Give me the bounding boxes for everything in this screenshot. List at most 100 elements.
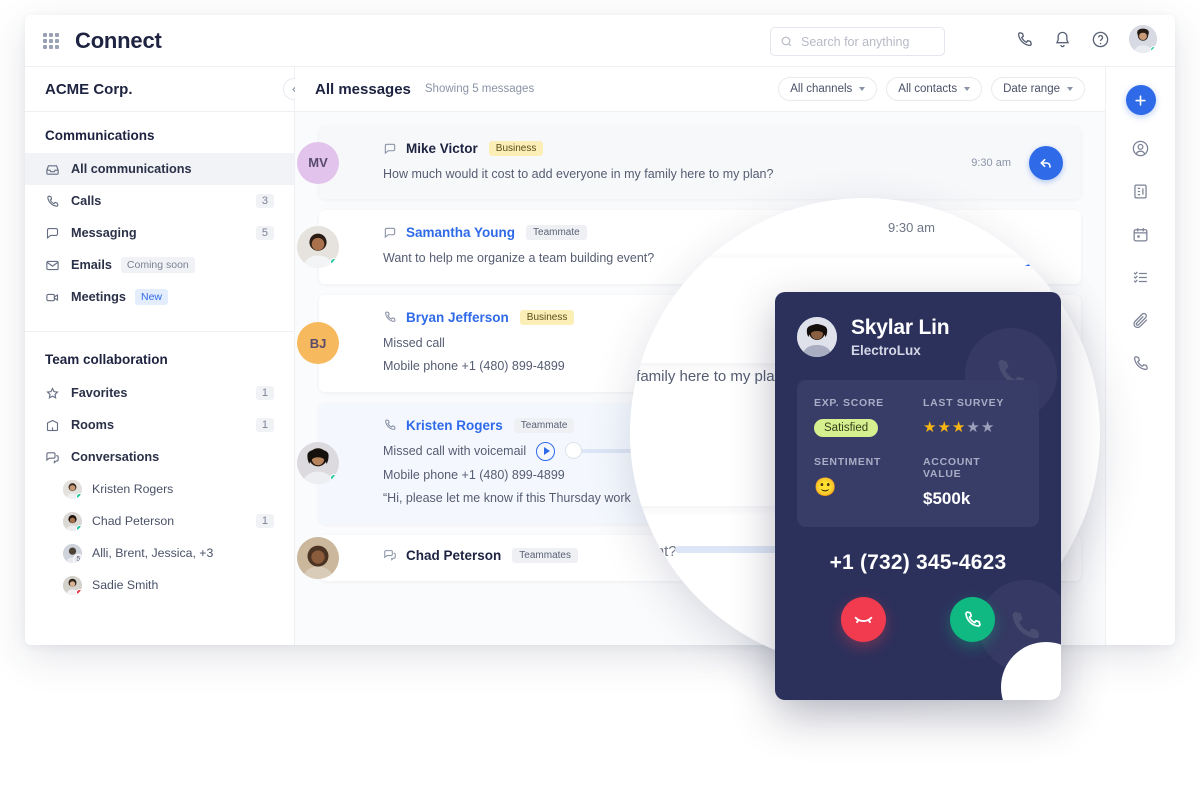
sidebar-item-rooms[interactable]: Rooms 1 bbox=[25, 409, 294, 441]
apps-grid-icon[interactable] bbox=[43, 32, 59, 49]
stat-sentiment: SENTIMENT 🙂 bbox=[814, 456, 913, 509]
sidebar-item-all-communications[interactable]: All communications bbox=[25, 153, 294, 185]
video-icon bbox=[46, 293, 59, 301]
sidebar-item-conversations[interactable]: Conversations bbox=[25, 441, 294, 473]
call-status: Missed call with voicemail bbox=[383, 443, 527, 458]
inbox-icon bbox=[46, 164, 59, 175]
accept-call-button[interactable] bbox=[950, 597, 995, 642]
sidebar-item-count: 5 bbox=[255, 226, 274, 240]
scrubber-handle[interactable] bbox=[565, 442, 583, 460]
incoming-call-card: Skylar Lin ElectroLux EXP. SCORE Satisfi… bbox=[775, 292, 1061, 700]
stat-label: EXP. SCORE bbox=[814, 397, 884, 409]
sidebar-item-emails[interactable]: Emails Coming soon bbox=[25, 249, 294, 281]
calendar-icon[interactable] bbox=[1131, 225, 1150, 244]
add-button[interactable] bbox=[1125, 85, 1156, 115]
help-icon[interactable] bbox=[1091, 30, 1110, 49]
chat-icon bbox=[384, 143, 396, 154]
list-item[interactable]: 5 Alli, Brent, Jessica, +3 bbox=[25, 537, 294, 569]
communications-section: Communications All communications Calls … bbox=[25, 112, 294, 321]
star-icon: ★ bbox=[966, 419, 981, 436]
filter-all-channels[interactable]: All channels bbox=[778, 77, 878, 101]
phone-icon[interactable] bbox=[1131, 354, 1150, 373]
bell-icon[interactable] bbox=[1053, 30, 1072, 49]
sender-name[interactable]: Chad Peterson bbox=[406, 548, 501, 563]
lens-reply-button bbox=[998, 198, 1050, 242]
caller-stats-panel: EXP. SCORE Satisfied LAST SURVEY ★★★★★ S… bbox=[797, 380, 1039, 527]
decline-call-button[interactable] bbox=[841, 597, 886, 642]
stat-label: ACCOUNT VALUE bbox=[923, 456, 981, 480]
phone-icon[interactable] bbox=[1015, 30, 1034, 49]
avatar bbox=[797, 317, 837, 357]
avatar bbox=[297, 442, 339, 485]
caller-phone-number: +1 (732) 345-4623 bbox=[829, 551, 1007, 574]
reply-button[interactable] bbox=[1029, 145, 1063, 180]
avatar: BJ bbox=[297, 322, 339, 365]
stat-exp-score: EXP. SCORE Satisfied bbox=[814, 397, 913, 437]
star-icon: ★ bbox=[980, 419, 996, 436]
sender-name[interactable]: Mike Victor bbox=[406, 141, 478, 156]
lens-timestamp-top: 9:30 am bbox=[888, 220, 935, 235]
app-title: Connect bbox=[75, 27, 162, 53]
satisfaction-badge: Satisfied bbox=[814, 419, 879, 437]
table-row[interactable]: MV Mike Victor Business How much would i… bbox=[297, 126, 1081, 200]
avatar[interactable] bbox=[1129, 25, 1157, 53]
org-header: ACME Corp. bbox=[25, 67, 305, 112]
top-icon-group bbox=[1015, 25, 1157, 53]
timestamp: 9:30 am bbox=[971, 156, 1011, 169]
avatar-group: 5 bbox=[63, 543, 82, 563]
chevron-down-icon bbox=[859, 87, 866, 91]
filter-all-contacts[interactable]: All contacts bbox=[886, 77, 983, 101]
search-input[interactable]: Search for anything bbox=[770, 27, 945, 56]
phone-icon bbox=[47, 195, 59, 207]
left-sidebar: ACME Corp. Communications All communicat… bbox=[25, 67, 305, 645]
account-value: $500k bbox=[923, 489, 971, 508]
sender-name[interactable]: Samantha Young bbox=[406, 225, 515, 240]
right-rail bbox=[1105, 67, 1175, 645]
paperclip-icon[interactable] bbox=[1131, 311, 1150, 330]
caller-header: Skylar Lin ElectroLux bbox=[797, 316, 1039, 358]
tasks-list-icon[interactable] bbox=[1131, 268, 1150, 287]
sidebar-item-calls[interactable]: Calls 3 bbox=[25, 185, 294, 217]
contact-icon[interactable] bbox=[1131, 139, 1150, 158]
sidebar-item-meetings[interactable]: Meetings New bbox=[25, 281, 294, 313]
status-badge: Business bbox=[519, 309, 575, 325]
conversation-name: Sadie Smith bbox=[92, 578, 159, 592]
sidebar-item-count: 1 bbox=[255, 386, 274, 400]
star-icon: ★ bbox=[923, 419, 938, 436]
conversations-icon bbox=[46, 451, 59, 464]
list-item[interactable]: Sadie Smith bbox=[25, 569, 294, 601]
search-placeholder: Search for anything bbox=[801, 34, 910, 49]
sender-name[interactable]: Kristen Rogers bbox=[406, 418, 503, 433]
list-item[interactable]: Chad Peterson 1 bbox=[25, 505, 294, 537]
avatar bbox=[297, 226, 339, 269]
filter-label: All contacts bbox=[898, 83, 958, 95]
sidebar-item-favorites[interactable]: Favorites 1 bbox=[25, 377, 294, 409]
filter-label: Date range bbox=[1003, 83, 1060, 95]
section-title-team: Team collaboration bbox=[45, 352, 168, 367]
page-title: All messages bbox=[315, 80, 411, 98]
filter-label: All channels bbox=[790, 83, 853, 95]
star-rating: ★★★★★ bbox=[923, 418, 1022, 436]
result-count: Showing 5 messages bbox=[424, 83, 535, 95]
phone-hangup-icon bbox=[854, 616, 873, 623]
sidebar-item-messaging[interactable]: Messaging 5 bbox=[25, 217, 294, 249]
avatar: MV bbox=[297, 141, 339, 184]
sender-name[interactable]: Bryan Jefferson bbox=[406, 310, 509, 325]
filter-date-range[interactable]: Date range bbox=[991, 77, 1085, 101]
avatar bbox=[63, 479, 82, 499]
lens-message-text: my family here to my plan? bbox=[630, 368, 792, 385]
status-badge: Teammate bbox=[513, 417, 575, 433]
section-title-communications: Communications bbox=[45, 128, 155, 143]
list-item[interactable]: Kristen Rogers bbox=[25, 473, 294, 505]
building-icon[interactable] bbox=[1131, 182, 1150, 201]
phone-icon bbox=[385, 311, 396, 323]
star-icon: ★ bbox=[937, 419, 952, 436]
filter-group: All channels All contacts Date range bbox=[778, 77, 1085, 101]
avatar-initials: BJ bbox=[309, 335, 327, 351]
sidebar-item-count: 1 bbox=[255, 418, 274, 432]
conversations-icon bbox=[384, 550, 396, 561]
status-dot-online bbox=[330, 258, 338, 267]
sidebar-item-count: 3 bbox=[255, 194, 274, 208]
avatar-initials: MV bbox=[308, 155, 328, 171]
play-button[interactable] bbox=[536, 441, 556, 461]
